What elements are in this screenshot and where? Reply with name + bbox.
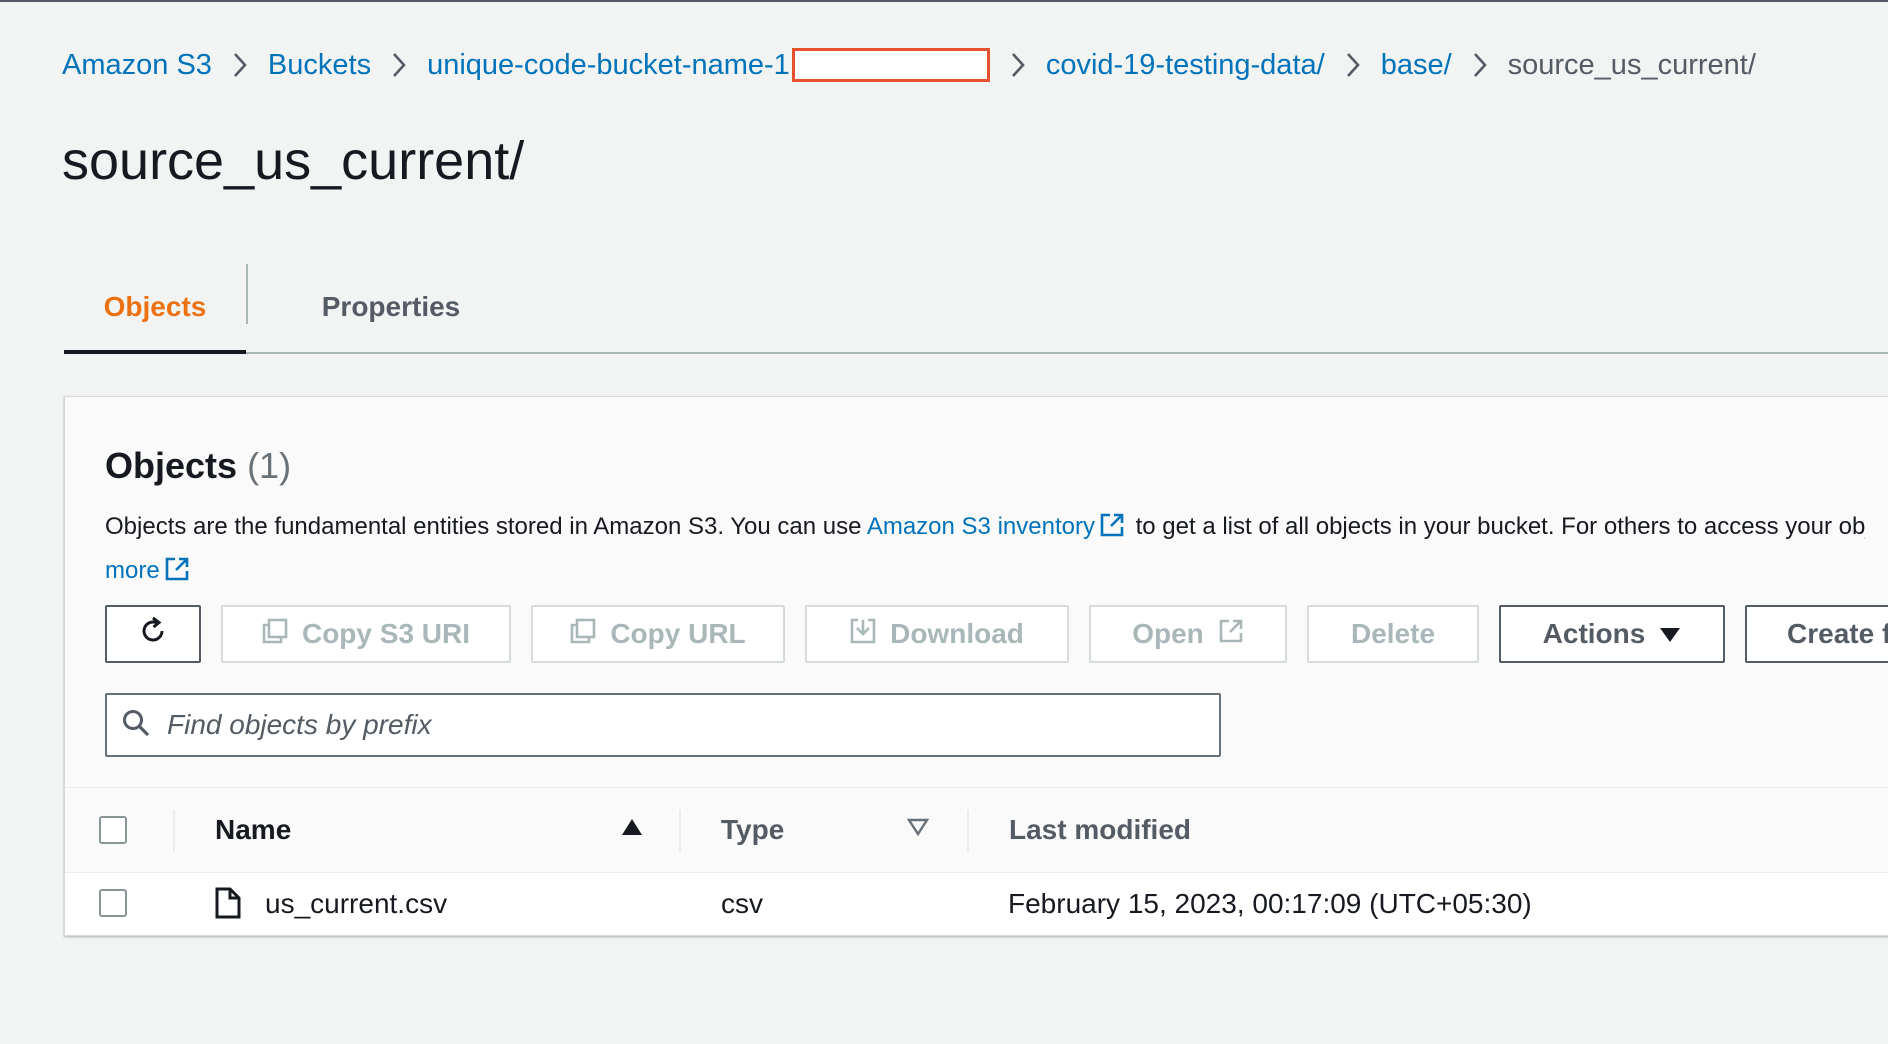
row-checkbox[interactable] — [99, 889, 127, 917]
external-link-icon — [164, 555, 190, 595]
object-name-link[interactable]: us_current.csv — [265, 873, 447, 935]
objects-panel: Objects (1) Objects are the fundamental … — [64, 396, 1888, 936]
breadcrumb-current: source_us_current/ — [1507, 48, 1756, 81]
redaction-box — [791, 48, 990, 82]
object-last-modified: February 15, 2023, 00:17:09 (UTC+05:30) — [1008, 888, 1532, 919]
column-divider — [173, 810, 175, 852]
page-title: source_us_current/ — [62, 131, 525, 191]
chevron-right-icon — [1325, 52, 1381, 78]
chevron-right-icon — [990, 52, 1046, 78]
copy-url-button[interactable]: Copy URL — [531, 605, 785, 663]
breadcrumb-bucket[interactable]: unique-code-bucket-name-1 — [427, 49, 790, 82]
download-label: Download — [890, 618, 1024, 649]
actions-label: Actions — [1542, 618, 1646, 649]
copy-url-label: Copy URL — [610, 618, 746, 649]
delete-button[interactable]: Delete — [1307, 605, 1479, 663]
tab-objects[interactable]: Objects — [64, 262, 246, 354]
breadcrumb-folder-base[interactable]: base/ — [1381, 49, 1452, 82]
copy-s3-uri-label: Copy S3 URI — [301, 618, 471, 649]
breadcrumb-buckets[interactable]: Buckets — [268, 49, 371, 82]
column-header-last-modified[interactable]: Last modified — [1009, 788, 1191, 872]
breadcrumb-amazon-s3[interactable]: Amazon S3 — [62, 49, 212, 82]
objects-panel-header: Objects (1) Objects are the fundamental … — [65, 397, 1888, 787]
external-link-icon — [1099, 511, 1125, 551]
actions-dropdown-button[interactable]: Actions — [1499, 605, 1725, 663]
objects-title-text: Objects — [105, 445, 238, 486]
select-all-checkbox[interactable] — [99, 816, 127, 844]
column-divider — [967, 810, 969, 852]
column-header-name[interactable]: Name — [215, 788, 291, 872]
create-folder-button[interactable]: Create folder — [1745, 605, 1888, 663]
object-type: csv — [721, 888, 763, 919]
copy-icon — [570, 618, 596, 651]
tab-divider — [246, 264, 248, 324]
tab-properties[interactable]: Properties — [291, 262, 491, 352]
delete-label: Delete — [1350, 618, 1436, 649]
search-input[interactable] — [165, 708, 1169, 742]
sort-descending-icon[interactable] — [906, 818, 930, 841]
caret-down-icon — [1659, 618, 1681, 650]
chevron-right-icon — [1452, 52, 1508, 78]
description-text-continued: to get a list of all objects in your buc… — [1135, 513, 1865, 540]
table-header: Name Type Last modified — [65, 787, 1888, 873]
file-icon — [215, 887, 241, 924]
download-button[interactable]: Download — [805, 605, 1069, 663]
refresh-icon — [137, 615, 169, 654]
download-icon — [850, 618, 876, 651]
chevron-right-icon — [371, 52, 427, 78]
column-divider — [679, 810, 681, 852]
objects-description: Objects are the fundamental entities sto… — [105, 507, 1865, 595]
table-row[interactable]: us_current.csv csv February 15, 2023, 00… — [65, 873, 1888, 935]
copy-s3-uri-button[interactable]: Copy S3 URI — [221, 605, 511, 663]
sort-ascending-icon[interactable] — [621, 818, 643, 841]
tab-bar: Objects Properties — [64, 262, 1888, 354]
open-button[interactable]: Open — [1089, 605, 1287, 663]
s3-inventory-link[interactable]: Amazon S3 inventory — [867, 513, 1095, 540]
description-line: Objects are the fundamental entities sto… — [105, 507, 1865, 551]
copy-icon — [262, 618, 288, 651]
search-icon — [121, 708, 151, 743]
search-box — [105, 693, 1221, 757]
external-link-icon — [1218, 618, 1244, 651]
chevron-right-icon — [212, 52, 268, 78]
learn-more-link[interactable]: more — [105, 557, 160, 584]
refresh-button[interactable] — [105, 605, 201, 663]
breadcrumb-folder-covid[interactable]: covid-19-testing-data/ — [1046, 49, 1325, 82]
open-label: Open — [1132, 618, 1204, 649]
create-folder-label: Create folder — [1787, 618, 1888, 649]
description-text: Objects are the fundamental entities sto… — [105, 513, 867, 540]
top-border — [0, 0, 1888, 2]
breadcrumb: Amazon S3 Buckets unique-code-bucket-nam… — [62, 46, 1756, 84]
objects-panel-title: Objects (1) — [105, 445, 291, 487]
objects-count: (1) — [247, 445, 292, 486]
column-header-type[interactable]: Type — [721, 788, 784, 872]
